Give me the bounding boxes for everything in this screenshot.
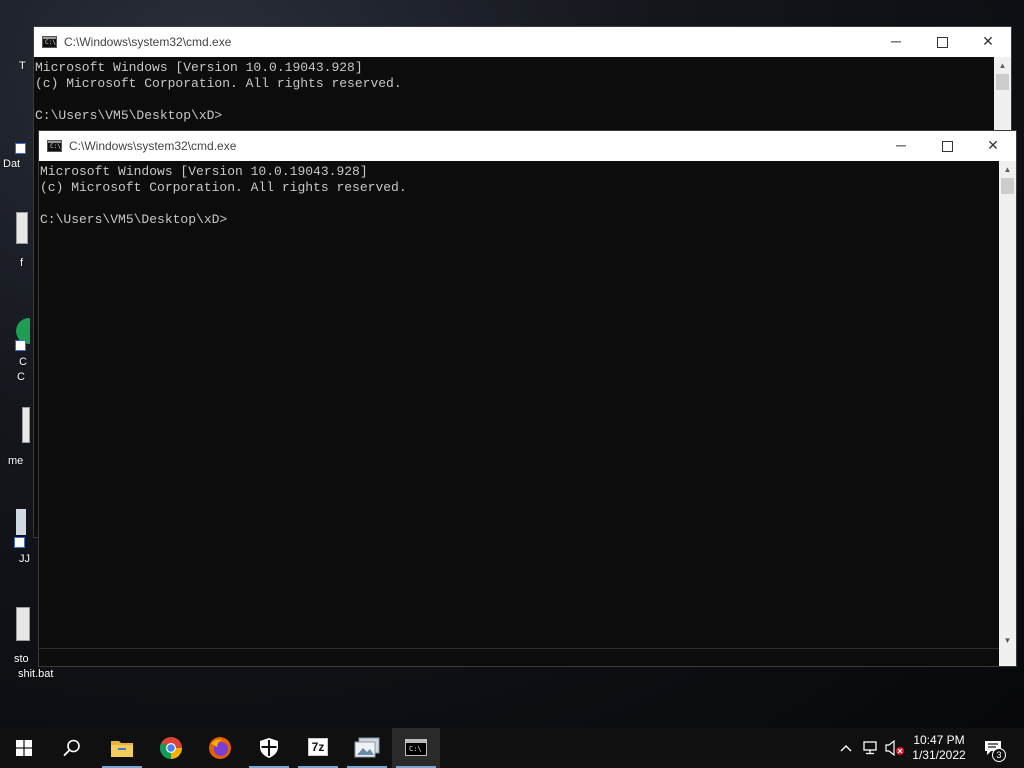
desktop-icon-label: T (19, 60, 26, 72)
windows-security-icon (260, 738, 278, 758)
shortcut-arrow-icon (14, 537, 25, 548)
search-button[interactable] (48, 728, 96, 768)
network-icon (863, 741, 877, 755)
taskbar-firefox[interactable] (196, 728, 244, 768)
desktop-icon-label: C (17, 371, 25, 383)
search-icon (63, 739, 80, 757)
desktop-icon[interactable]: me (0, 405, 32, 470)
close-button[interactable]: ✕ (965, 27, 1011, 57)
console-line: (c) Microsoft Corporation. All rights re… (35, 76, 402, 91)
cmd-icon: C:\ (405, 739, 427, 756)
vertical-scrollbar[interactable]: ▲ ▼ (999, 161, 1016, 649)
desktop-icon-label: f (20, 257, 24, 269)
desktop-icon-label: C (19, 356, 27, 368)
taskbar-chrome[interactable] (147, 728, 195, 768)
horizontal-scrollbar-area[interactable] (39, 648, 999, 666)
scroll-down-button[interactable]: ▼ (999, 632, 1016, 649)
desktop-icon[interactable]: Dat (0, 110, 32, 172)
minimize-button[interactable]: ─ (878, 131, 924, 161)
title-bar[interactable]: C:\_ C:\Windows\system32\cmd.exe ─ ✕ (34, 27, 1011, 57)
volume-muted-icon (885, 740, 904, 756)
firefox-icon (209, 737, 231, 759)
chrome-icon (160, 737, 182, 759)
photos-icon (354, 737, 380, 758)
scroll-thumb[interactable] (996, 74, 1009, 90)
file-icon (22, 407, 30, 443)
desktop-icon[interactable]: JJ (0, 505, 36, 570)
action-center-button[interactable]: 3 (978, 728, 1018, 768)
clock-time: 10:47 PM (913, 733, 965, 747)
chevron-up-icon (840, 745, 852, 752)
clock[interactable]: 10:47 PM 1/31/2022 (908, 728, 970, 768)
taskbar-windows-security[interactable] (245, 728, 293, 768)
desktop-icon-label: Dat (3, 158, 21, 170)
desktop-icon-label: shit.bat (18, 668, 54, 680)
clock-date: 1/31/2022 (912, 748, 966, 762)
console-line: (c) Microsoft Corporation. All rights re… (40, 180, 407, 195)
scroll-up-button[interactable]: ▲ (999, 161, 1016, 178)
shortcut-arrow-icon (15, 143, 26, 154)
taskbar-file-explorer[interactable] (98, 728, 146, 768)
file-icon (16, 212, 28, 244)
minimize-button[interactable]: ─ (873, 27, 919, 57)
desktop-icon[interactable]: C C (0, 312, 32, 384)
file-explorer-icon (111, 741, 133, 757)
network-status[interactable] (860, 728, 882, 768)
desktop-icon[interactable]: f (0, 210, 32, 272)
window-title: C:\Windows\system32\cmd.exe (64, 35, 232, 49)
console-prompt: C:\Users\VM5\Desktop\xD> (35, 108, 223, 123)
7zip-label: 7z (311, 740, 325, 754)
taskbar-photos[interactable] (343, 728, 391, 768)
window-title: C:\Windows\system32\cmd.exe (69, 139, 237, 153)
console-line: Microsoft Windows [Version 10.0.19043.92… (35, 60, 363, 75)
notification-count: 3 (996, 750, 1002, 760)
desktop-icon-label: JJ (19, 553, 30, 565)
title-bar[interactable]: C:\_ C:\Windows\system32\cmd.exe ─ ✕ (39, 131, 1016, 161)
cmd-icon: C:\_ (47, 140, 64, 152)
maximize-button[interactable] (919, 27, 965, 57)
desktop-icon-label: sto (14, 653, 29, 665)
start-button[interactable] (0, 728, 48, 768)
windows-start-icon (16, 740, 32, 756)
7zip-icon: 7z (308, 738, 328, 756)
maximize-icon (941, 141, 953, 152)
console-prompt: C:\Users\VM5\Desktop\xD> (40, 212, 228, 227)
desktop-icon-label: me (8, 455, 24, 467)
volume-status[interactable] (884, 728, 906, 768)
console-line: Microsoft Windows [Version 10.0.19043.92… (40, 164, 368, 179)
taskbar: 7z C:\ 10:47 PM 1/31/2022 3 (0, 728, 1024, 768)
cmd-icon: C:\_ (42, 36, 59, 48)
tray-overflow-button[interactable] (834, 728, 858, 768)
app-icon (16, 509, 26, 535)
desktop-icon[interactable]: T (0, 50, 30, 80)
taskbar-7zip[interactable]: 7z (294, 728, 342, 768)
maximize-button[interactable] (924, 131, 970, 161)
maximize-icon (936, 37, 948, 48)
shortcut-arrow-icon (15, 340, 26, 351)
close-button[interactable]: ✕ (970, 131, 1016, 161)
notification-count-badge: 3 (992, 748, 1006, 762)
scroll-up-button[interactable]: ▲ (994, 57, 1011, 74)
batch-file-icon (16, 607, 30, 641)
cmd-window-front[interactable]: C:\_ C:\Windows\system32\cmd.exe ─ ✕ Mic… (38, 130, 1017, 667)
console-output[interactable]: Microsoft Windows [Version 10.0.19043.92… (39, 161, 999, 649)
taskbar-cmd[interactable]: C:\ (392, 728, 440, 768)
scroll-thumb[interactable] (1001, 178, 1014, 194)
resize-corner[interactable] (999, 649, 1016, 666)
